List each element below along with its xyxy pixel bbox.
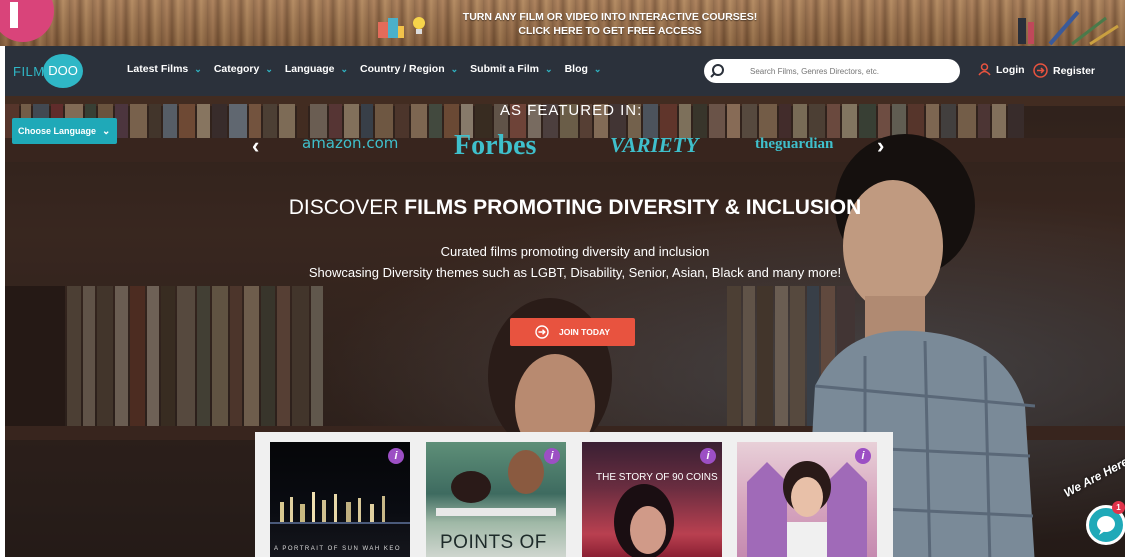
headline-bold: FILMS PROMOTING DIVERSITY & INCLUSION: [404, 196, 862, 219]
lightbulb-icon: [413, 17, 425, 34]
chevron-down-icon: ⌄: [450, 63, 459, 74]
film-carousel: A PORTRAIT OF SUN WAH KEO i POINTS OF i …: [255, 432, 893, 557]
choose-language-button[interactable]: Choose Language ⌄: [12, 118, 117, 144]
nav-item-category[interactable]: Category ⌄: [214, 63, 273, 75]
promo-line-2: CLICK HERE TO GET FREE ACCESS: [518, 25, 702, 37]
login-label: Login: [996, 63, 1025, 76]
art-supplies-icon: [1018, 10, 1119, 46]
nav-item-country-region[interactable]: Country / Region ⌄: [360, 63, 458, 75]
search-icon[interactable]: [710, 63, 726, 79]
join-today-label: JOIN TODAY: [558, 327, 611, 337]
film-caption: A PORTRAIT OF SUN WAH KEO: [274, 546, 402, 552]
promo-illustration-icon: [378, 18, 404, 38]
promo-corner-badge: [0, 0, 54, 42]
register-arrow-icon: [1033, 63, 1048, 78]
info-icon[interactable]: i: [700, 448, 716, 464]
chevron-down-icon: ⌄: [102, 125, 111, 137]
carousel-prev-arrow-icon[interactable]: ‹: [252, 133, 259, 159]
user-icon: [978, 63, 991, 76]
film-card[interactable]: i: [737, 442, 877, 557]
chevron-down-icon: ⌄: [265, 63, 273, 74]
search-bar: [704, 59, 960, 83]
chevron-down-icon: ⌄: [593, 63, 602, 74]
hero-section: Choose Language ⌄ AS FEATURED IN: ‹ amaz…: [5, 96, 1125, 557]
film-card[interactable]: THE STORY OF 90 COINS i: [582, 442, 722, 557]
logo-doo-circle: DOO: [43, 54, 83, 88]
press-logo-guardian: theguardian: [755, 136, 834, 152]
logo-film-text: FILM: [13, 64, 45, 79]
join-today-button[interactable]: JOIN TODAY: [510, 318, 635, 346]
film-card[interactable]: A PORTRAIT OF SUN WAH KEO i: [270, 442, 410, 557]
main-navbar: FILM DOO Latest Films ⌄ Category ⌄ Langu…: [5, 46, 1125, 96]
chevron-down-icon: ⌄: [340, 63, 349, 74]
film-title: POINTS OF: [440, 532, 547, 553]
chat-notification-badge: 1: [1112, 501, 1125, 514]
chevron-down-icon: ⌄: [194, 63, 202, 74]
login-link[interactable]: Login: [978, 63, 1025, 76]
press-logo-variety: VARIETY: [610, 133, 699, 157]
film-card[interactable]: POINTS OF i: [426, 442, 566, 557]
nav-item-label: Country / Region: [360, 63, 445, 75]
hero-headline: DISCOVER FILMS PROMOTING DIVERSITY & INC…: [285, 196, 865, 220]
carousel-next-arrow-icon[interactable]: ›: [877, 133, 884, 159]
info-icon[interactable]: i: [855, 448, 871, 464]
info-icon[interactable]: i: [388, 448, 404, 464]
hero-subtitle-2: Showcasing Diversity themes such as LGBT…: [308, 265, 842, 280]
nav-item-submit-a-film[interactable]: Submit a Film ⌄: [470, 63, 552, 75]
chevron-down-icon: ⌄: [545, 63, 553, 74]
nav-item-label: Category: [213, 63, 260, 75]
register-link[interactable]: Register: [1033, 63, 1095, 78]
press-logo-forbes: Forbes: [454, 130, 537, 161]
arrow-circle-icon: [535, 325, 549, 339]
search-input[interactable]: [750, 63, 950, 79]
press-logo-amazon: amazon.com: [302, 134, 399, 152]
headline-light: DISCOVER: [288, 196, 405, 219]
promo-line-1: TURN ANY FILM OR VIDEO INTO INTERACTIVE …: [462, 11, 758, 23]
nav-item-label: Latest Films: [127, 63, 189, 75]
promo-text[interactable]: TURN ANY FILM OR VIDEO INTO INTERACTIVE …: [445, 10, 775, 38]
filmdoo-logo[interactable]: FILM DOO: [13, 54, 93, 88]
nav-item-latest-films[interactable]: Latest Films ⌄: [127, 63, 202, 75]
hero-subtitle-1: Curated films promoting diversity and in…: [440, 244, 710, 259]
register-label: Register: [1053, 64, 1096, 77]
nav-item-label: Language: [284, 63, 335, 75]
nav-item-label: Submit a Film: [470, 63, 540, 75]
film-title: THE STORY OF 90 COINS: [596, 472, 718, 483]
promo-banner[interactable]: TURN ANY FILM OR VIDEO INTO INTERACTIVE …: [0, 0, 1125, 46]
choose-language-label: Choose Language: [18, 126, 97, 136]
featured-heading: AS FEATURED IN:: [500, 102, 643, 119]
info-icon[interactable]: i: [544, 448, 560, 464]
nav-item-language[interactable]: Language ⌄: [285, 63, 348, 75]
nav-menu: Latest Films ⌄ Category ⌄ Language ⌄ Cou…: [127, 63, 613, 75]
nav-item-blog[interactable]: Blog ⌄: [565, 63, 602, 75]
nav-item-label: Blog: [564, 63, 588, 75]
